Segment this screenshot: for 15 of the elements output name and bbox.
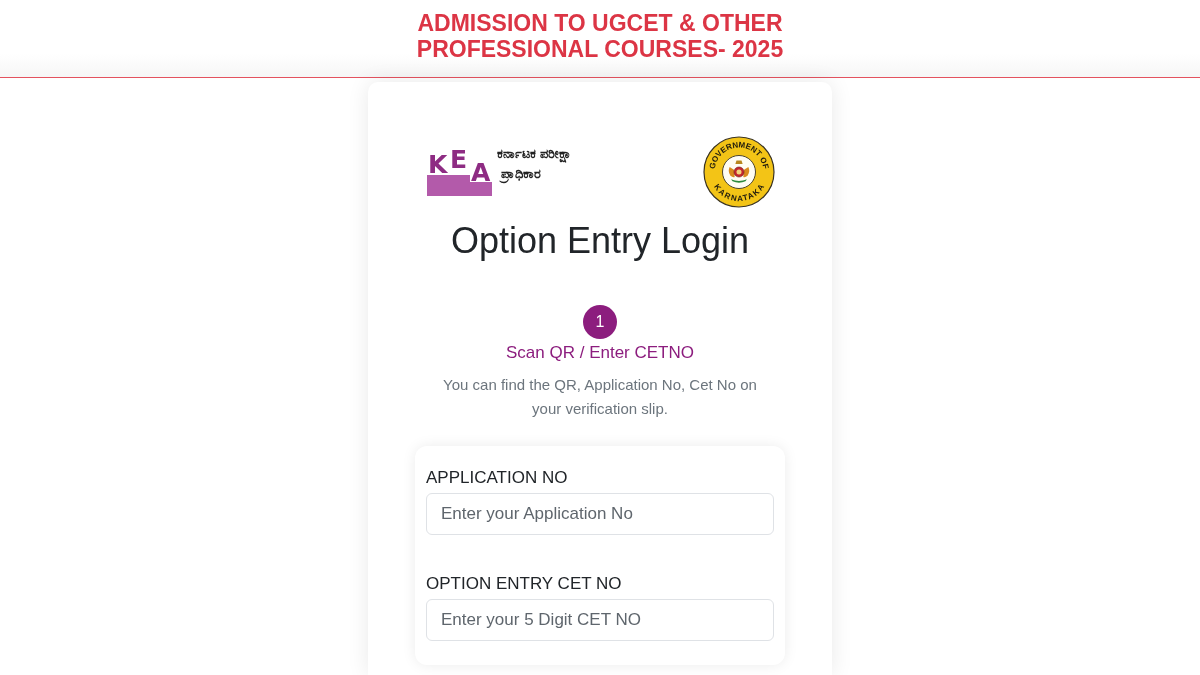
logo-text: ಕರ್ನಾಟಕ ಪರೀಕ್ಷಾ: [497, 145, 572, 164]
input-field[interactable]: Enter your 5 Digit CET NO: [426, 599, 774, 641]
emblem-seal: [703, 136, 775, 208]
field-label: OPTION ENTRY CET NO: [426, 573, 623, 595]
logo-letter: E: [450, 145, 468, 174]
logo-letter: A: [471, 158, 491, 187]
logo-letter: K: [428, 150, 448, 179]
field-label: APPLICATION NO: [426, 467, 569, 489]
page-heading: ADMISSION TO UGCET & OTHER PROFESSIONAL COURSES- 2025: [415, 10, 785, 64]
input-field[interactable]: Enter your Application No: [426, 493, 774, 535]
logo-text: ಪ್ರಾಧಿಕಾರ: [497, 164, 572, 184]
login-title: Option Entry Login: [449, 219, 751, 263]
step-number: 1: [583, 305, 617, 339]
step-label: Scan QR / Enter CETNO: [506, 342, 694, 364]
help-text: You can find the QR, Application No, Cet No on your verification slip.: [442, 375, 758, 419]
